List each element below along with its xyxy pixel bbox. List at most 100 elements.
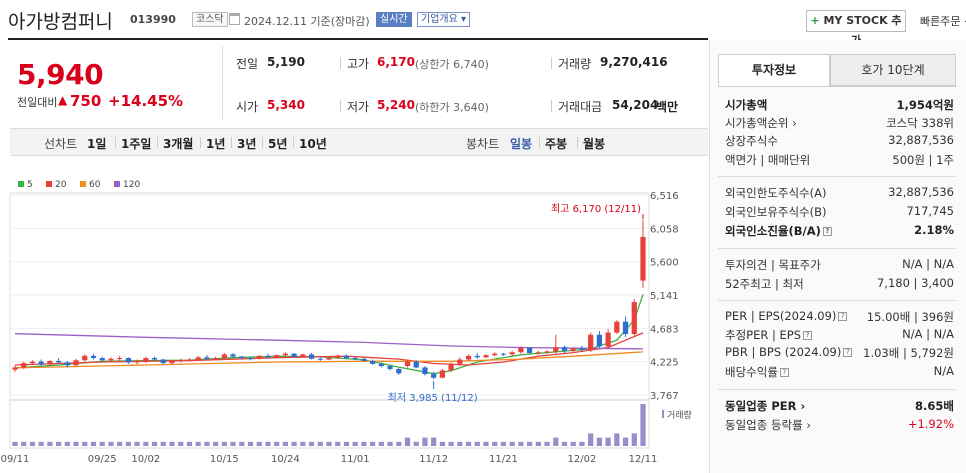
candle-body [82, 355, 88, 361]
help-icon[interactable]: ? [843, 348, 853, 357]
info-value-1: 코스닥 338위 [886, 116, 954, 130]
volume-bar [561, 441, 568, 446]
volume-bar [526, 441, 533, 446]
change-label: 전일대비 [17, 96, 58, 109]
info-value-5: 717,745 [906, 204, 954, 218]
candle-body [422, 367, 428, 375]
volume-bar [579, 441, 585, 446]
candle-body [605, 332, 611, 347]
volume-label: 거래량 [667, 409, 692, 421]
info-value-10: N/A | N/A [902, 327, 954, 341]
y-tick-label: 6,516 [650, 191, 679, 202]
volume-bar [300, 441, 306, 446]
max-annotation: 최고 6,170 (12/11) [551, 203, 641, 215]
volume-bar [239, 441, 245, 446]
candle-body [125, 358, 132, 363]
volume-bar [134, 441, 140, 446]
candle-body [474, 355, 480, 358]
tab-orderbook-10[interactable]: 호가 10단계 [830, 54, 956, 86]
period-1[interactable]: 1주일 [121, 135, 151, 152]
line-chart-label: 선차트 [44, 137, 78, 151]
info-label-13: 동일업종 PER › [725, 399, 806, 413]
open-value: 5,340 [267, 98, 305, 112]
info-value-0: 1,954억원 [896, 98, 954, 112]
company-info-dropdown[interactable]: 기업개요 ▾ [417, 12, 470, 27]
high-value: 6,170 [377, 55, 415, 69]
candle-body [526, 347, 533, 353]
candle-body [614, 321, 620, 333]
candle-body [239, 356, 245, 359]
candle-body [99, 358, 105, 361]
candle-body [38, 361, 44, 365]
volume-bar [492, 441, 498, 446]
volume-bar [247, 441, 254, 446]
candle-body [274, 355, 280, 358]
candle-body [431, 374, 437, 378]
quick-order-link[interactable]: 빠른주문 · [920, 13, 966, 29]
x-tick-label: 11/12 [419, 454, 448, 465]
info-value-14: +1.92% [907, 417, 954, 431]
candle-period-2[interactable]: 월봉 [583, 135, 605, 152]
candle-body [186, 359, 193, 361]
info-label-4: 외국인한도주식수(A) [725, 186, 827, 200]
info-value-3: 500원 | 1주 [892, 153, 954, 167]
volume-bar [125, 441, 132, 446]
volume-legend-swatch [662, 410, 664, 418]
help-icon[interactable]: ? [838, 312, 848, 321]
help-icon[interactable]: ? [822, 227, 832, 236]
divider [262, 137, 263, 148]
ma-line-120 [14, 333, 644, 350]
volume-bar [204, 441, 210, 446]
period-2[interactable]: 3개월 [163, 135, 193, 152]
legend-label: 120 [123, 180, 140, 190]
candle-period-0[interactable]: 일봉 [510, 135, 532, 152]
candle-body [300, 354, 306, 357]
volume-bar [326, 441, 332, 446]
candle-body [134, 360, 140, 363]
volume-bar [509, 441, 515, 446]
candle-body [492, 353, 498, 356]
period-5[interactable]: 5년 [268, 135, 287, 152]
volume-bar [553, 437, 559, 446]
x-tick-label: 12/02 [568, 454, 597, 465]
info-label-3: 액면가 | 매매단위 [725, 153, 811, 167]
volume-bar [108, 441, 114, 446]
volume-bar [195, 441, 201, 446]
lower-limit: (하한가 3,640) [415, 101, 489, 114]
volume-bar [212, 441, 219, 446]
period-3[interactable]: 1년 [206, 135, 225, 152]
info-value-4: 32,887,536 [888, 185, 954, 199]
x-tick-label: 10/02 [131, 454, 160, 465]
volume-bar [291, 441, 297, 446]
x-tick-label: 10/24 [271, 454, 300, 465]
volume-bar [596, 437, 603, 446]
realtime-tag[interactable]: 실시간 [376, 12, 412, 27]
candle-body [570, 348, 576, 351]
volume-bar [622, 437, 629, 446]
base-date: 2024.12.11 기준(장마감) [244, 15, 370, 28]
volume-bar [29, 441, 36, 446]
x-tick-label: 12/11 [629, 454, 658, 465]
volume-bar [378, 441, 384, 446]
period-0[interactable]: 1일 [87, 135, 106, 152]
volume-bar [282, 441, 289, 446]
candle-body [256, 355, 262, 359]
candle-period-1[interactable]: 주봉 [545, 135, 567, 152]
tab-investment-info[interactable]: 투자정보 [718, 54, 830, 86]
volume-bar [82, 441, 88, 446]
period-6[interactable]: 10년 [299, 135, 327, 152]
help-icon[interactable]: ? [803, 331, 813, 340]
volume-bar [73, 441, 79, 446]
price-chart[interactable]: 3,767 4,225 4,683 5,141 5,600 6,058 6,516 09/11… [0, 172, 710, 472]
volume-bar [518, 441, 524, 446]
info-label-10: 추정PER | EPS? [725, 327, 813, 343]
volume-bar [151, 441, 158, 446]
volume-bar [465, 441, 472, 446]
candle-body [378, 363, 384, 367]
x-tick-label: 11/21 [489, 454, 518, 465]
add-mystock-button[interactable]: + MY STOCK 추가 [806, 10, 906, 47]
help-icon[interactable]: ? [779, 368, 789, 377]
period-4[interactable]: 3년 [237, 135, 256, 152]
info-value-11: 1.03배 | 5,792원 [863, 346, 954, 360]
candle-body [117, 358, 123, 360]
